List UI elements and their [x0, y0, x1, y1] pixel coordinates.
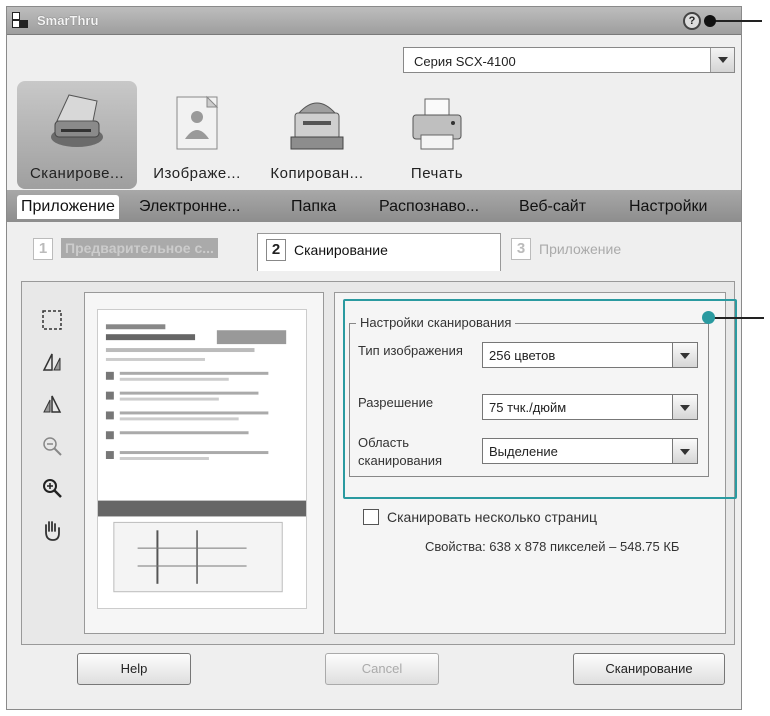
scan-settings-group: Настройки сканирования Тип изображения 2… — [349, 315, 709, 477]
scan-settings-legend: Настройки сканирования — [356, 315, 516, 330]
window-title: SmarThru — [37, 13, 99, 28]
scan-area-select[interactable]: Выделение — [482, 438, 698, 464]
step-application[interactable]: 3 Приложение — [503, 233, 703, 265]
rotate-right-icon[interactable] — [40, 392, 64, 416]
tab-folder[interactable]: Папка — [291, 195, 336, 219]
step-number: 2 — [266, 239, 286, 261]
step-scan[interactable]: 2 Сканирование — [257, 233, 501, 271]
mode-image[interactable]: Изображе... — [137, 81, 257, 189]
image-type-label: Тип изображения — [358, 343, 463, 358]
zoom-out-icon[interactable] — [40, 434, 64, 458]
tab-website[interactable]: Веб-сайт — [519, 195, 586, 219]
scan-settings-panel: Настройки сканирования Тип изображения 2… — [334, 292, 737, 634]
mode-scan[interactable]: Сканирове... — [17, 81, 137, 189]
smarthru-window: SmarThru ? Серия SCX-4100 Сканирове... И… — [6, 6, 742, 710]
select-area-icon[interactable] — [40, 308, 64, 332]
mode-copy[interactable]: Копирован... — [257, 81, 377, 189]
rotate-left-icon[interactable] — [40, 350, 64, 374]
image-type-select[interactable]: 256 цветов — [482, 342, 698, 368]
callout-marker — [702, 311, 715, 324]
step-label: Сканирование — [294, 242, 388, 258]
scan-button[interactable]: Сканирование — [573, 653, 725, 685]
scan-content: Настройки сканирования Тип изображения 2… — [21, 281, 737, 645]
resolution-value: 75 тчк./дюйм — [489, 400, 567, 415]
tab-ocr[interactable]: Распознаво... — [379, 195, 479, 219]
step-number: 3 — [511, 238, 531, 260]
printer-icon — [412, 98, 462, 150]
scan-area-label-2: сканирования — [358, 453, 443, 468]
destination-tabs: Приложение Электронне... Папка Распознав… — [7, 190, 741, 222]
wizard-steps: 1 Предварительное с... 2 Сканирование 3 … — [7, 229, 741, 271]
tab-settings[interactable]: Настройки — [629, 195, 707, 219]
multi-page-label: Сканировать несколько страниц — [387, 509, 598, 525]
chevron-down-icon[interactable] — [672, 438, 698, 464]
callout-line — [712, 20, 762, 22]
preview-toolbar — [32, 292, 68, 572]
mode-image-label: Изображе... — [153, 165, 241, 182]
zoom-in-icon[interactable] — [40, 476, 64, 500]
step-preview[interactable]: 1 Предварительное с... — [25, 233, 249, 265]
step-label: Предварительное с... — [61, 238, 218, 258]
tab-application[interactable]: Приложение — [17, 195, 119, 219]
scan-area-label-1: Область — [358, 435, 410, 450]
scan-preview[interactable] — [84, 292, 324, 634]
mode-print[interactable]: Печать — [377, 81, 497, 189]
hand-pan-icon[interactable] — [40, 518, 64, 542]
step-label: Приложение — [539, 241, 622, 257]
preview-document-image — [97, 309, 307, 609]
callout-line — [708, 317, 764, 319]
mode-print-label: Печать — [410, 165, 464, 182]
model-select[interactable]: Серия SCX-4100 — [403, 47, 735, 73]
step-number: 1 — [33, 238, 53, 260]
model-select-value: Серия SCX-4100 — [414, 54, 516, 69]
help-icon[interactable]: ? — [683, 12, 701, 30]
cancel-button[interactable]: Cancel — [325, 653, 439, 685]
tab-email[interactable]: Электронне... — [139, 195, 240, 219]
chevron-down-icon[interactable] — [710, 48, 734, 72]
help-button[interactable]: Help — [77, 653, 191, 685]
title-bar: SmarThru ? — [7, 7, 741, 35]
image-type-value: 256 цветов — [489, 348, 556, 363]
mode-scan-label: Сканирове... — [29, 165, 125, 182]
callout-marker — [704, 15, 716, 27]
chevron-down-icon[interactable] — [672, 342, 698, 368]
scanner-icon — [51, 94, 103, 147]
resolution-select[interactable]: 75 тчк./дюйм — [482, 394, 698, 420]
chevron-down-icon[interactable] — [672, 394, 698, 420]
multi-page-checkbox[interactable] — [363, 509, 379, 525]
mode-copy-label: Копирован... — [270, 165, 364, 182]
copier-icon — [290, 102, 344, 150]
resolution-label: Разрешение — [358, 395, 434, 410]
app-logo-icon — [12, 12, 30, 30]
scan-properties: Свойства: 638 x 878 пикселей – 548.75 КБ — [425, 539, 680, 554]
scan-area-value: Выделение — [489, 444, 558, 459]
image-icon — [176, 95, 219, 150]
